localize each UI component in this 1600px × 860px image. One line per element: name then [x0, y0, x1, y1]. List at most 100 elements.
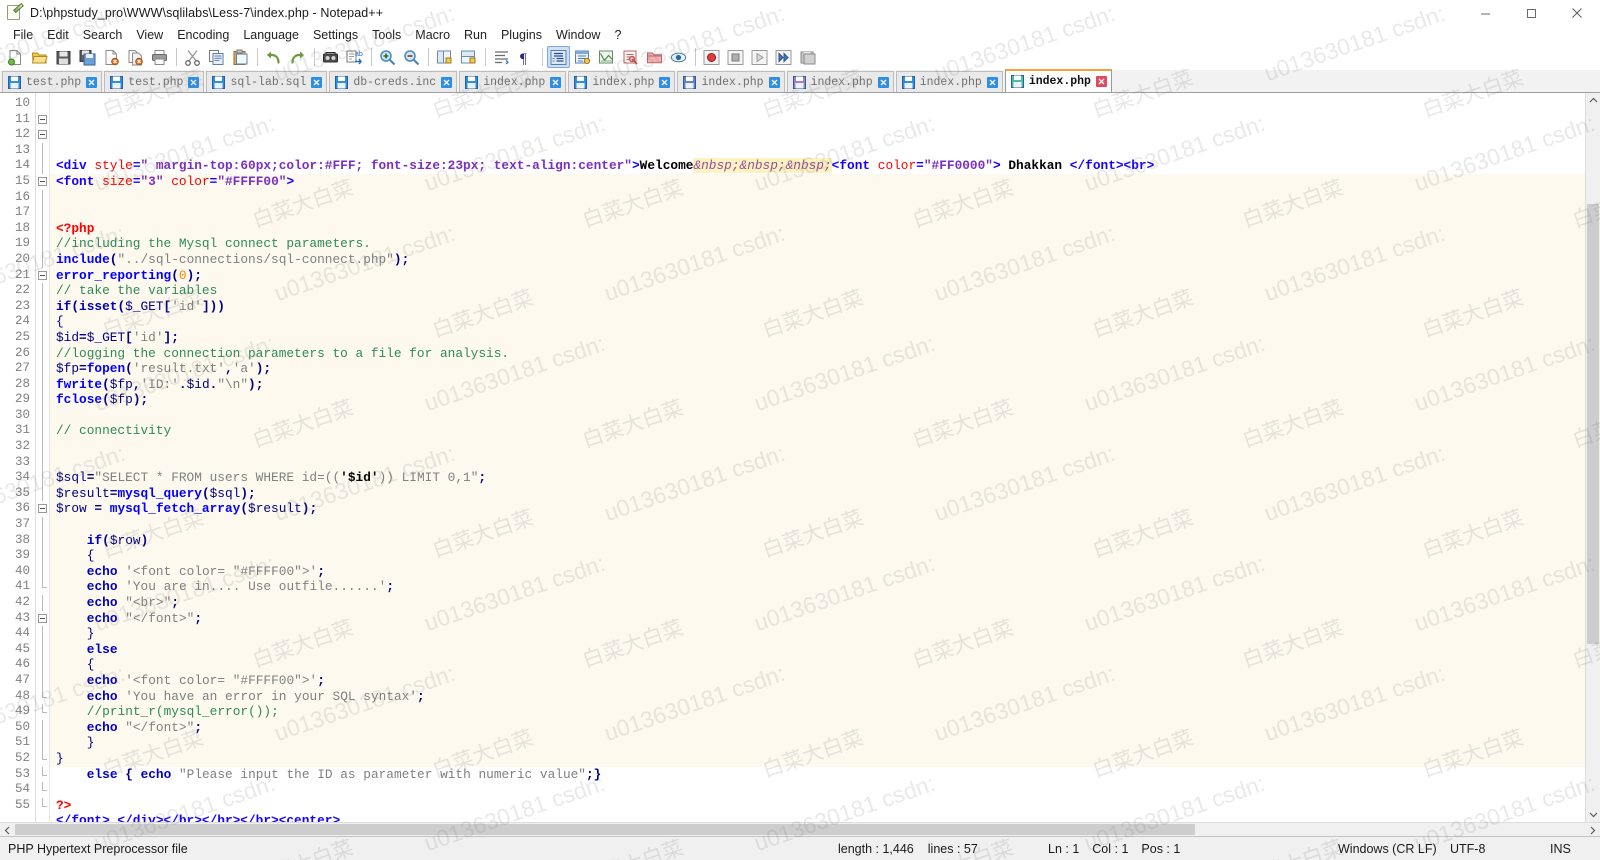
- menu-item-macro[interactable]: Macro: [408, 26, 457, 44]
- menu-item-[interactable]: ?: [607, 26, 628, 44]
- fold-collapse-icon[interactable]: [38, 176, 47, 186]
- code-line[interactable]: <div style=" margin-top:60px;color:#FFF;…: [50, 158, 1585, 174]
- horizontal-scroll-track[interactable]: [15, 823, 1585, 836]
- code-line[interactable]: <?php: [50, 221, 1585, 237]
- toolbar-user-defined-dialog-button[interactable]: [571, 46, 594, 68]
- fold-marker[interactable]: [36, 314, 49, 330]
- toolbar-find-button[interactable]: [319, 46, 342, 68]
- tab-close-icon[interactable]: [188, 76, 200, 88]
- toolbar-show-document-map-button[interactable]: [595, 46, 618, 68]
- toolbar-save-all-button[interactable]: [76, 46, 99, 68]
- toolbar-monitoring-button[interactable]: [667, 46, 690, 68]
- minimize-button[interactable]: [1462, 0, 1508, 26]
- fold-marker[interactable]: [36, 268, 49, 284]
- code-line[interactable]: [50, 782, 1585, 798]
- fold-marker[interactable]: [36, 688, 49, 705]
- code-editor[interactable]: 10 11 12 13 14 15 16 17 18 19 20 21 22 23 24 25 26 27 28 29…: [0, 93, 1585, 822]
- tab-close-icon[interactable]: [1095, 76, 1107, 87]
- fold-marker[interactable]: [36, 392, 49, 408]
- fold-marker[interactable]: [36, 517, 49, 533]
- toolbar-copy-button[interactable]: [205, 46, 228, 68]
- code-line[interactable]: [50, 143, 1585, 159]
- toolbar-stop-recording-button[interactable]: [724, 46, 747, 68]
- code-line[interactable]: [50, 190, 1585, 206]
- code-line[interactable]: if($row): [50, 533, 1585, 549]
- code-line[interactable]: //logging the connection parameters to a…: [50, 346, 1585, 362]
- fold-marker[interactable]: [36, 361, 49, 377]
- tab-2[interactable]: sql-lab.sql: [206, 71, 328, 92]
- fold-marker[interactable]: [36, 189, 49, 206]
- code-line[interactable]: $id=$_GET['id'];: [50, 330, 1585, 346]
- fold-marker[interactable]: [36, 174, 49, 190]
- fold-collapse-icon[interactable]: [38, 114, 47, 124]
- menu-item-encoding[interactable]: Encoding: [170, 26, 236, 44]
- fold-marker[interactable]: [36, 595, 49, 611]
- toolbar-replace-button[interactable]: ab: [343, 46, 366, 68]
- fold-marker[interactable]: [36, 626, 49, 642]
- code-line[interactable]: fclose($fp);: [50, 392, 1585, 408]
- menu-item-settings[interactable]: Settings: [306, 26, 365, 44]
- menu-item-plugins[interactable]: Plugins: [494, 26, 549, 44]
- fold-collapse-icon[interactable]: [38, 504, 47, 514]
- fold-collapse-icon[interactable]: [38, 130, 47, 140]
- scroll-up-arrow[interactable]: [1586, 93, 1600, 108]
- code-line[interactable]: [50, 517, 1585, 533]
- code-line[interactable]: echo '<font color= "#FFFF00">';: [50, 673, 1585, 689]
- toolbar-show-all-chars-button[interactable]: ¶: [514, 46, 537, 68]
- tab-6[interactable]: index.php: [677, 71, 785, 92]
- tab-4[interactable]: index.php: [459, 71, 567, 92]
- tab-close-icon[interactable]: [659, 76, 671, 88]
- toolbar-run-macro-multiple-button[interactable]: [772, 46, 795, 68]
- fold-marker[interactable]: [36, 236, 49, 252]
- tab-7[interactable]: index.php: [786, 71, 894, 92]
- tab-1[interactable]: test.php: [104, 71, 205, 92]
- code-line[interactable]: }: [50, 735, 1585, 751]
- toolbar-paste-button[interactable]: [229, 46, 252, 68]
- tab-close-icon[interactable]: [86, 76, 98, 88]
- code-line[interactable]: // connectivity: [50, 423, 1585, 439]
- fold-marker[interactable]: [36, 532, 49, 549]
- code-line[interactable]: }: [50, 751, 1585, 767]
- fold-marker[interactable]: [36, 657, 49, 673]
- fold-marker[interactable]: [36, 548, 49, 564]
- status-insert-mode[interactable]: INS: [1542, 837, 1600, 860]
- fold-marker[interactable]: [36, 579, 49, 595]
- fold-marker[interactable]: [36, 470, 49, 486]
- fold-marker[interactable]: [36, 251, 49, 268]
- tab-3[interactable]: db-creds.inc: [329, 71, 458, 92]
- code-line[interactable]: [50, 455, 1585, 471]
- code-line[interactable]: $result=mysql_query($sql);: [50, 486, 1585, 502]
- fold-marker[interactable]: [36, 735, 49, 751]
- fold-marker[interactable]: [36, 641, 49, 658]
- close-button[interactable]: [1554, 0, 1600, 26]
- menu-item-edit[interactable]: Edit: [40, 26, 76, 44]
- fold-marker[interactable]: [36, 96, 49, 112]
- toolbar-close-file-button[interactable]: [100, 46, 123, 68]
- code-line[interactable]: fwrite($fp,'ID:'.$id."\n");: [50, 377, 1585, 393]
- fold-marker[interactable]: [36, 345, 49, 362]
- menu-item-language[interactable]: Language: [236, 26, 306, 44]
- vertical-scrollbar[interactable]: [1585, 93, 1600, 822]
- menu-item-search[interactable]: Search: [76, 26, 130, 44]
- code-line[interactable]: ?>: [50, 798, 1585, 814]
- fold-marker[interactable]: [36, 563, 49, 580]
- toolbar-print-button[interactable]: [148, 46, 171, 68]
- toolbar-indent-guide-button[interactable]: [547, 46, 570, 68]
- fold-marker[interactable]: [36, 158, 49, 174]
- toolbar-close-all-button[interactable]: [124, 46, 147, 68]
- code-line[interactable]: {: [50, 657, 1585, 673]
- code-line[interactable]: //including the Mysql connect parameters…: [50, 236, 1585, 252]
- menu-item-view[interactable]: View: [129, 26, 170, 44]
- toolbar-new-file-button[interactable]: [4, 46, 27, 68]
- menu-item-file[interactable]: File: [6, 26, 40, 44]
- toolbar-open-file-button[interactable]: [28, 46, 51, 68]
- fold-marker[interactable]: [36, 485, 49, 502]
- code-line[interactable]: echo 'You have an error in your SQL synt…: [50, 689, 1585, 705]
- toolbar-cut-button[interactable]: [181, 46, 204, 68]
- fold-marker[interactable]: [36, 766, 49, 783]
- tab-close-icon[interactable]: [441, 76, 453, 88]
- fold-marker[interactable]: [36, 407, 49, 424]
- code-line[interactable]: include("../sql-connections/sql-connect.…: [50, 252, 1585, 268]
- toolbar-sync-horizontal-scroll-button[interactable]: [457, 46, 480, 68]
- toolbar-playback-macro-button[interactable]: [748, 46, 771, 68]
